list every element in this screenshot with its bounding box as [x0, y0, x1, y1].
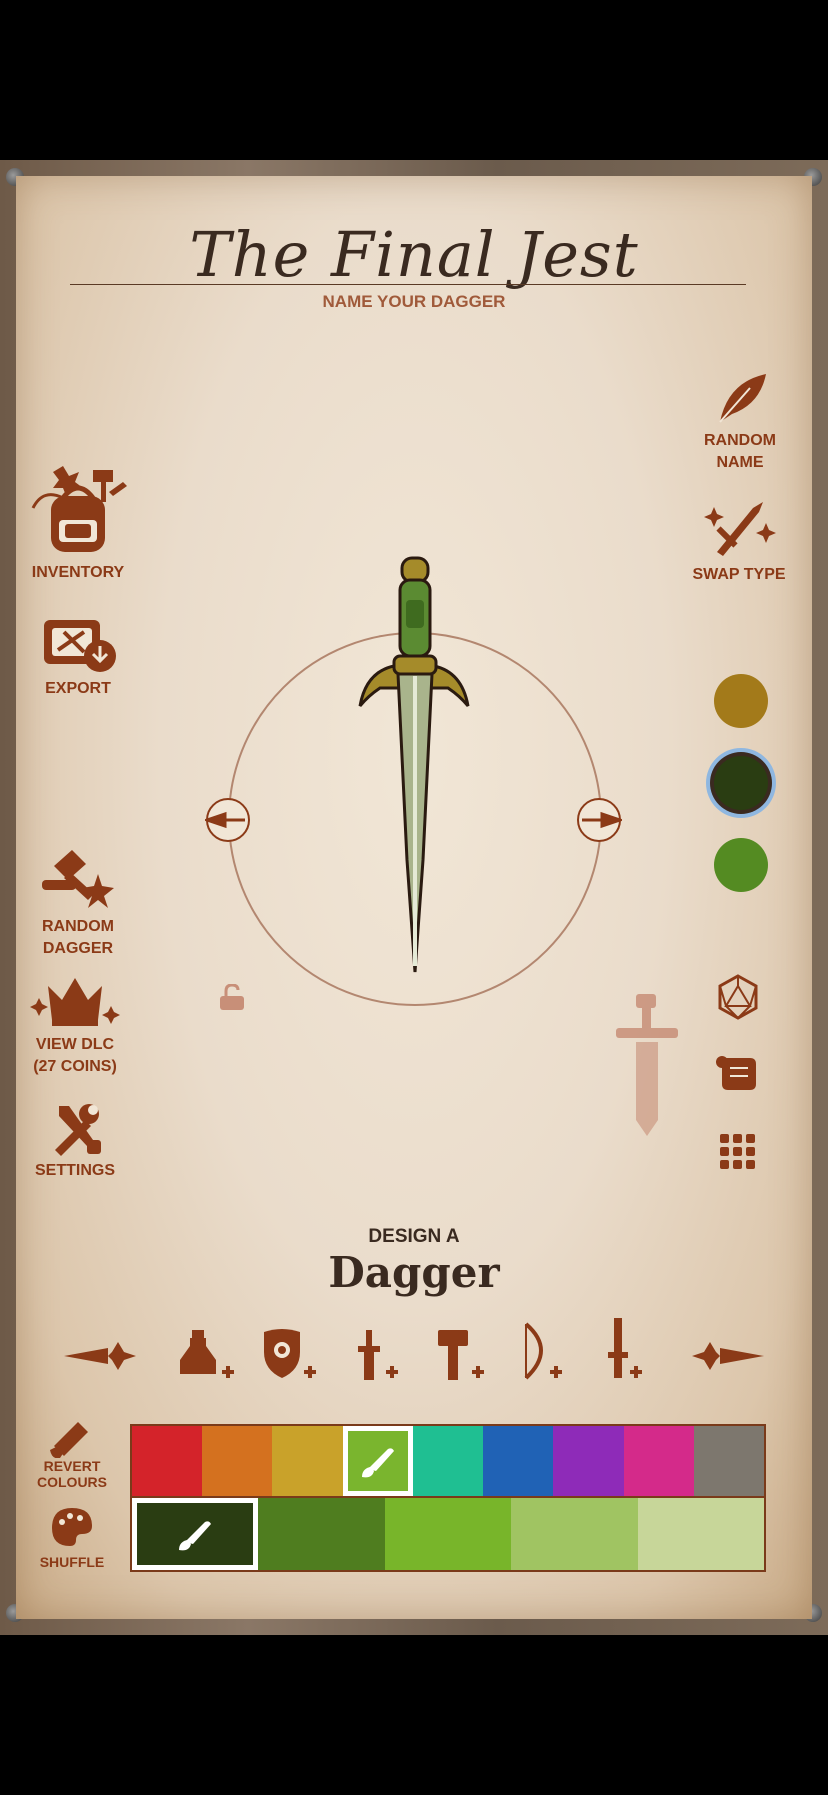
paint-brush-icon	[179, 1521, 212, 1551]
game-title: The Final Jest	[189, 218, 639, 291]
design-type-label: Dagger	[328, 1248, 500, 1297]
settings-label: SETTINGS	[34, 1162, 115, 1179]
crown-icon	[30, 978, 120, 1026]
dagger-design	[358, 556, 470, 973]
dagger-plus-icon[interactable]	[604, 1316, 648, 1384]
shuffle-button[interactable]: SHUFFLE	[34, 1506, 110, 1572]
shade-swatch[interactable]	[258, 1498, 385, 1570]
feather-quill-icon	[719, 374, 766, 423]
shade-swatch[interactable]	[511, 1498, 638, 1570]
random-name-label-1: RANDOM	[704, 432, 776, 449]
paint-brush-icon	[50, 1422, 88, 1458]
potion-plus-icon[interactable]	[178, 1326, 236, 1384]
random-dagger-label-2: DAGGER	[42, 940, 114, 957]
hue-swatch[interactable]	[132, 1426, 203, 1496]
shade-row	[132, 1498, 765, 1570]
view-dlc-button[interactable]: VIEW DLC (27 COINS)	[22, 974, 128, 1078]
color-slot-3[interactable]	[714, 838, 768, 892]
palette-icon	[52, 1508, 92, 1546]
settings-button[interactable]: SETTINGS	[22, 1100, 128, 1182]
wrench-screwdriver-icon	[55, 1104, 101, 1156]
hue-swatch[interactable]	[202, 1426, 273, 1496]
sword-preview-icon	[616, 994, 678, 1136]
paint-brush-icon	[361, 1448, 394, 1478]
hue-swatch[interactable]	[553, 1426, 624, 1496]
view-dlc-label-2: (27 COINS)	[33, 1058, 117, 1075]
revert-label-1: REVERT	[43, 1458, 101, 1474]
inventory-label: INVENTORY	[31, 564, 125, 581]
backpack-icon	[31, 466, 127, 552]
shade-swatch[interactable]	[132, 1498, 259, 1570]
shield-plus-icon[interactable]	[260, 1326, 318, 1384]
shade-swatch[interactable]	[637, 1498, 765, 1570]
grid-menu-icon[interactable]	[718, 1132, 758, 1172]
inventory-button[interactable]: INVENTORY	[22, 458, 134, 584]
divider	[70, 284, 746, 285]
previous-weapon-arrow-icon[interactable]	[60, 1338, 140, 1374]
bow-plus-icon[interactable]	[520, 1320, 566, 1384]
random-dagger-button[interactable]: RANDOM DAGGER	[22, 846, 134, 960]
hue-row	[132, 1426, 764, 1496]
previous-part-arrow-icon[interactable]	[205, 797, 251, 843]
color-slot-1[interactable]	[714, 674, 768, 728]
color-slot-2-selected[interactable]	[714, 756, 768, 810]
export-icon	[44, 620, 116, 672]
hammer-plus-icon[interactable]	[436, 1326, 488, 1384]
next-weapon-arrow-icon[interactable]	[688, 1338, 768, 1374]
anvil-hammer-icon	[42, 850, 114, 908]
export-label: EXPORT	[45, 680, 111, 697]
name-your-dagger-field[interactable]: NAME YOUR DAGGER	[0, 292, 828, 312]
swap-type-button[interactable]: SWAP TYPE	[686, 496, 792, 586]
view-dlc-label-1: VIEW DLC	[35, 1036, 115, 1053]
shuffle-label: SHUFFLE	[39, 1554, 105, 1570]
next-part-arrow-icon[interactable]	[576, 797, 622, 843]
design-a-label: DESIGN A	[368, 1226, 460, 1247]
random-dagger-label-1: RANDOM	[42, 918, 114, 935]
d20-dice-icon[interactable]	[716, 974, 760, 1020]
hue-swatch[interactable]	[342, 1426, 413, 1496]
color-palette	[130, 1424, 766, 1572]
hue-swatch[interactable]	[412, 1426, 484, 1496]
hue-swatch[interactable]	[623, 1426, 694, 1496]
export-button[interactable]: EXPORT	[22, 616, 134, 700]
shade-swatch[interactable]	[384, 1498, 512, 1570]
hue-swatch[interactable]	[483, 1426, 554, 1496]
swap-type-label: SWAP TYPE	[692, 566, 786, 583]
revert-label-2: COLOURS	[37, 1474, 107, 1490]
random-name-label-2: NAME	[716, 454, 764, 471]
revert-colours-button[interactable]: REVERT COLOURS	[34, 1416, 110, 1496]
hue-swatch[interactable]	[693, 1426, 764, 1496]
unlock-icon[interactable]	[216, 984, 250, 1012]
scroll-icon[interactable]	[714, 1054, 762, 1094]
sword-plus-icon[interactable]	[352, 1326, 400, 1384]
hue-swatch[interactable]	[272, 1426, 343, 1496]
random-name-button[interactable]: RANDOM NAME	[690, 370, 790, 474]
crossed-swords-icon	[704, 502, 776, 556]
